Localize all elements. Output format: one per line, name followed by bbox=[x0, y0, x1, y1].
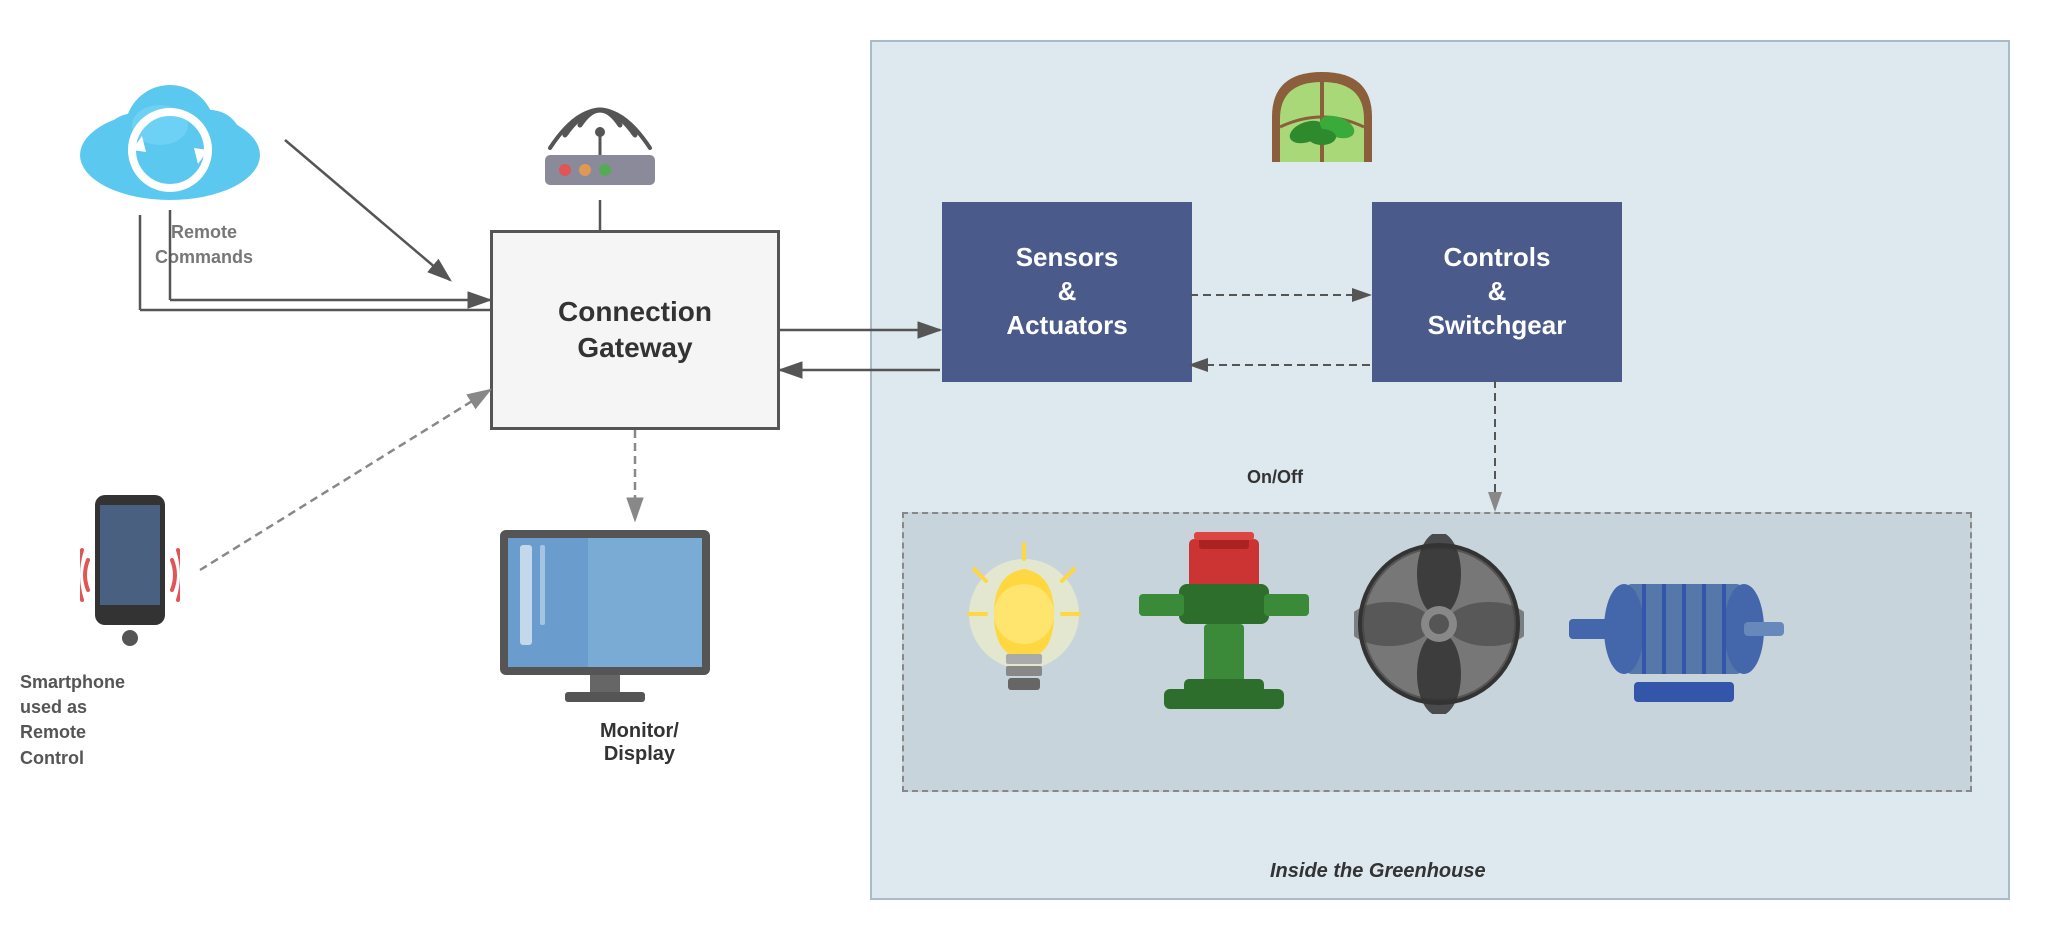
router-icon bbox=[530, 80, 670, 200]
valve-icon bbox=[1134, 529, 1314, 749]
monitor-label: Monitor/ Display bbox=[600, 720, 679, 766]
smartphone-icon bbox=[80, 490, 180, 660]
gateway-label: Connection Gateway bbox=[558, 294, 712, 367]
controls-label: Controls & Switchgear bbox=[1428, 241, 1567, 342]
onoff-label: On/Off bbox=[1247, 467, 1303, 488]
equipment-area bbox=[902, 512, 1972, 792]
controls-box: Controls & Switchgear bbox=[1372, 202, 1622, 382]
cloud-icon bbox=[60, 60, 280, 210]
pump-icon bbox=[1564, 534, 1794, 734]
greenhouse-area: Sensors & Actuators Controls & Switchgea… bbox=[870, 40, 2010, 900]
fan-icon bbox=[1354, 534, 1524, 714]
lightbulb-icon bbox=[964, 534, 1084, 734]
diagram-container: Remote Commands Connection Gateway bbox=[0, 0, 2048, 943]
monitor-icon bbox=[490, 520, 720, 710]
sensors-box: Sensors & Actuators bbox=[942, 202, 1192, 382]
gateway-box: Connection Gateway bbox=[490, 230, 780, 430]
greenhouse-footer-label: Inside the Greenhouse bbox=[1270, 860, 1486, 883]
remote-commands-label: Remote Commands bbox=[155, 220, 253, 270]
sensors-label: Sensors & Actuators bbox=[1006, 241, 1127, 342]
smartphone-label: Smartphone used as Remote Control bbox=[20, 670, 125, 771]
greenhouse-building-icon bbox=[1262, 62, 1382, 172]
